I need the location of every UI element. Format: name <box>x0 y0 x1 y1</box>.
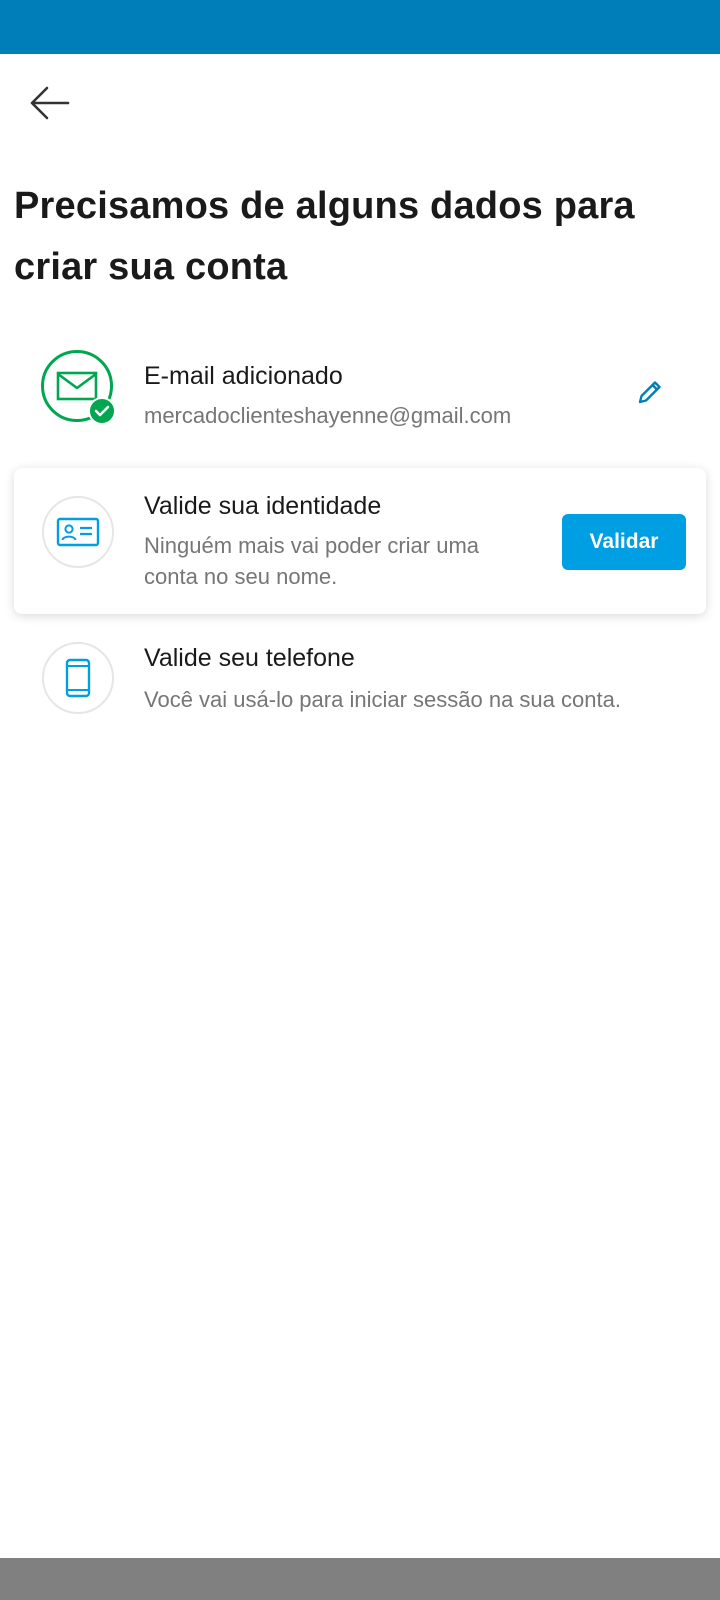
phone-step-icon <box>42 642 114 714</box>
step-identity-card: Valide sua identidade Ninguém mais vai p… <box>14 468 706 614</box>
id-card-icon <box>56 517 100 547</box>
envelope-icon <box>56 371 98 401</box>
back-button[interactable] <box>22 78 76 128</box>
edit-email-button[interactable] <box>630 372 670 412</box>
identity-step-description: Ninguém mais vai poder criar uma conta n… <box>144 533 480 589</box>
step-phone: Valide seu telefone Você vai usá-lo para… <box>14 630 706 730</box>
validate-identity-button[interactable]: Validar <box>562 514 686 570</box>
system-navigation-bar <box>0 1558 720 1600</box>
identity-step-icon <box>42 496 114 568</box>
pencil-icon <box>638 381 661 404</box>
checkmark-icon <box>94 405 110 417</box>
status-bar <box>0 0 720 54</box>
email-step-title: E-mail adicionado <box>144 362 343 390</box>
step-email: E-mail adicionado mercadoclienteshayenne… <box>14 340 706 440</box>
email-address: mercadoclienteshayenne@gmail.com <box>144 403 512 428</box>
page-title: Precisamos de alguns dados para criar su… <box>14 185 635 288</box>
check-badge <box>88 397 116 425</box>
arrow-left-icon <box>30 86 70 120</box>
phone-step-title: Valide seu telefone <box>144 644 355 672</box>
phone-step-description: Você vai usá-lo para iniciar sessão na s… <box>144 687 621 712</box>
smartphone-icon <box>65 658 91 698</box>
identity-step-title: Valide sua identidade <box>144 492 382 520</box>
